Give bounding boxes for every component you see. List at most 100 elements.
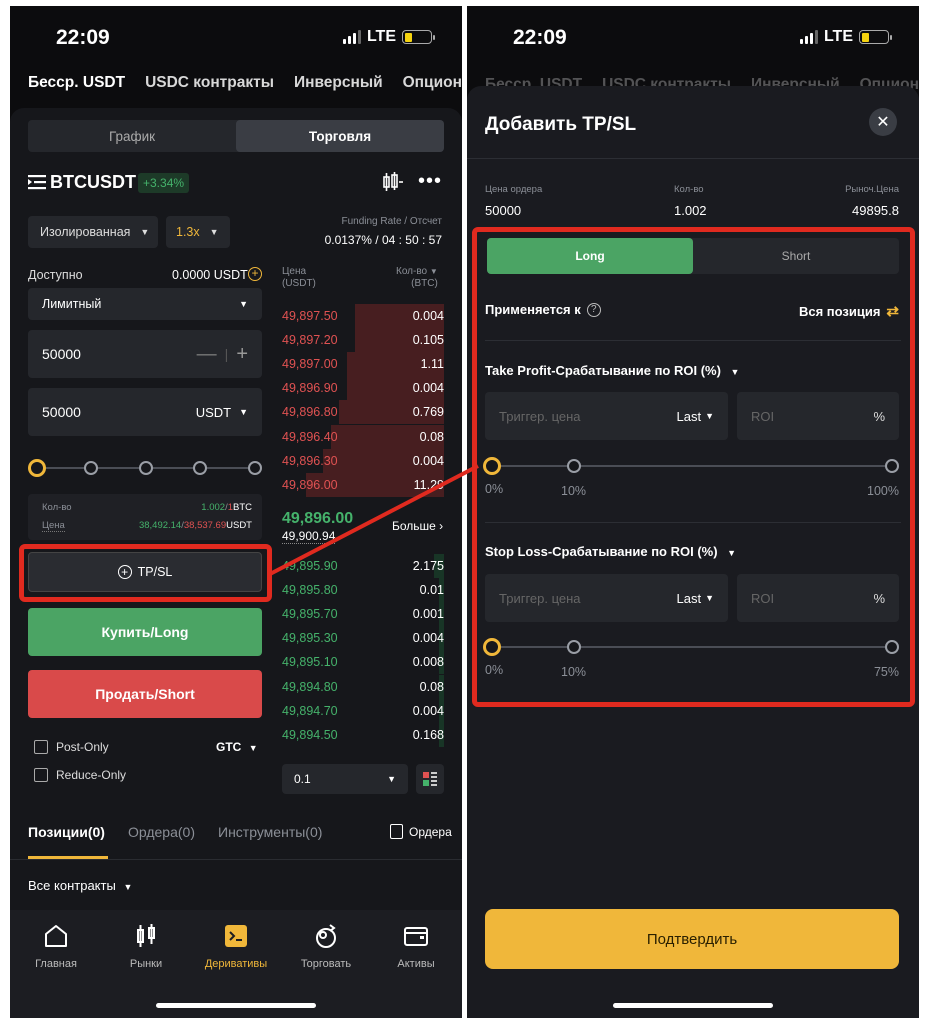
- plus-icon[interactable]: +: [236, 343, 248, 366]
- orderbook-bid-row[interactable]: 49,895.10 0.008: [282, 650, 444, 675]
- add-funds-icon[interactable]: +: [248, 267, 262, 281]
- ask-price: 49,897.20: [282, 333, 338, 348]
- price-input[interactable]: 50000 — | +: [28, 330, 262, 378]
- tab-positions[interactable]: Позиции(0): [28, 824, 105, 840]
- ask-price: 49,896.90: [282, 381, 338, 396]
- ask-qty: 1.11: [420, 357, 444, 372]
- orderbook-bid-row[interactable]: 49,895.90 2.175: [282, 554, 444, 578]
- slider-step-100[interactable]: [248, 461, 262, 475]
- orderbook-bid-row[interactable]: 49,895.30 0.004: [282, 626, 444, 651]
- tab-chart[interactable]: График: [28, 120, 236, 152]
- home-indicator: [613, 1003, 773, 1008]
- orders-link-label: Ордера: [409, 824, 452, 839]
- highlight-frame-tpsl: [19, 544, 272, 602]
- price-green: 38,492.14: [138, 520, 182, 531]
- orders-link[interactable]: Ордера: [390, 824, 452, 839]
- buy-long-button[interactable]: Купить/Long: [28, 608, 262, 656]
- all-contracts-filter[interactable]: Все контракты ▼: [28, 878, 132, 893]
- nav-derivatives[interactable]: Деривативы: [196, 922, 276, 970]
- order-price-value: 50000: [485, 203, 522, 218]
- highlight-frame-tpsl-form: [472, 227, 915, 707]
- gtc-value: GTC: [216, 740, 242, 754]
- orderbook-bid-row[interactable]: 49,895.70 0.001: [282, 602, 444, 627]
- time-in-force-select[interactable]: GTC ▼: [216, 740, 258, 754]
- sell-short-button[interactable]: Продать/Short: [28, 670, 262, 718]
- last-price: 49,896.00: [282, 510, 354, 527]
- qty-label: Кол-во: [674, 184, 704, 195]
- orderbook-ask-row[interactable]: 49,896.40 0.08: [282, 424, 444, 449]
- more-label: Больше: [392, 519, 436, 533]
- amount-input[interactable]: 50000 USDT ▼: [28, 388, 262, 436]
- margin-mode-select[interactable]: Изолированная ▼: [28, 216, 158, 248]
- minus-icon[interactable]: —: [197, 343, 217, 366]
- price-label: Цена: [42, 520, 65, 532]
- post-only-option[interactable]: Post-Only: [34, 740, 109, 754]
- tab-trade[interactable]: Торговля: [236, 120, 444, 152]
- orderbook-ask-row[interactable]: 49,896.90 0.004: [282, 376, 444, 401]
- symbol-name[interactable]: BTCUSDT: [50, 172, 136, 193]
- bid-price: 49,895.10: [282, 655, 338, 670]
- slider-step-50[interactable]: [139, 461, 153, 475]
- nav-trade[interactable]: Торговать: [286, 922, 366, 970]
- orderbook-bid-row[interactable]: 49,894.70 0.004: [282, 698, 444, 723]
- depth-value: 0.1: [294, 772, 311, 786]
- more-icon[interactable]: •••: [418, 170, 442, 193]
- status-bar: 22:09 LTE: [10, 6, 462, 74]
- home-indicator: [156, 1003, 316, 1008]
- orderbook-bid-row[interactable]: 49,895.80 0.01: [282, 578, 444, 603]
- orderbook-ask-row[interactable]: 49,897.50 0.004: [282, 304, 444, 328]
- candlestick-icon[interactable]: [382, 172, 403, 192]
- orderbook-ask-row[interactable]: 49,896.30 0.004: [282, 448, 444, 473]
- bid-price: 49,895.70: [282, 607, 338, 622]
- close-icon[interactable]: ✕: [869, 108, 897, 136]
- ask-price: 49,896.80: [282, 405, 338, 420]
- tab-orders[interactable]: Ордера(0): [128, 824, 195, 840]
- orderbook-ask-row[interactable]: 49,896.00 11.29: [282, 472, 444, 497]
- ob-qty-header[interactable]: Кол-во ▼ (BTC): [396, 266, 438, 290]
- orderbook-ask-row[interactable]: 49,897.00 1.11: [282, 352, 444, 377]
- ask-qty: 0.004: [412, 381, 444, 396]
- ask-price: 49,896.40: [282, 429, 338, 444]
- orderbook-ask-row[interactable]: 49,896.80 0.769: [282, 400, 444, 425]
- bid-price: 49,895.80: [282, 583, 338, 598]
- chevron-down-icon: ▼: [239, 299, 248, 309]
- slider-step-75[interactable]: [193, 461, 207, 475]
- orderbook-layout-icon[interactable]: [416, 764, 444, 794]
- checkbox[interactable]: [34, 768, 48, 782]
- ask-qty: 0.004: [412, 309, 444, 323]
- orderbook-bid-row[interactable]: 49,894.80 0.08: [282, 674, 444, 699]
- nav-markets[interactable]: Рынки: [106, 922, 186, 970]
- depth-select[interactable]: 0.1 ▼: [282, 764, 408, 794]
- nav-home[interactable]: Главная: [16, 922, 96, 970]
- ask-price: 49,897.00: [282, 357, 338, 372]
- battery-icon: [402, 30, 435, 44]
- bid-price: 49,895.90: [282, 559, 338, 573]
- qty-value: 1.002/1BTC: [201, 502, 252, 513]
- chevron-down-icon: ▼: [209, 227, 219, 237]
- reduce-only-option[interactable]: Reduce-Only: [34, 768, 126, 782]
- nav-assets[interactable]: Активы: [376, 922, 456, 970]
- tab-instruments[interactable]: Инструменты(0): [218, 824, 322, 840]
- nav-inverse[interactable]: Инверсный: [294, 74, 383, 108]
- nav-usdt-perpetual[interactable]: Бесср. USDT: [28, 74, 125, 108]
- orderbook-ask-row[interactable]: 49,897.20 0.105: [282, 328, 444, 353]
- stepper-divider: |: [224, 346, 229, 362]
- amount-unit[interactable]: USDT: [196, 405, 231, 420]
- confirm-button[interactable]: Подтвердить: [485, 909, 899, 969]
- checkbox[interactable]: [34, 740, 48, 754]
- order-price-label: Цена ордера: [485, 184, 543, 195]
- nav-options[interactable]: Опцион: [403, 74, 462, 108]
- bid-qty: 0.168: [412, 727, 444, 742]
- slider-handle[interactable]: [28, 459, 46, 477]
- divider: [10, 859, 462, 860]
- orderbook-bid-row[interactable]: 49,894.50 0.168: [282, 722, 444, 747]
- nav-usdc[interactable]: USDC контракты: [145, 74, 274, 108]
- mark-price: 49,900.94: [282, 529, 336, 544]
- leverage-select[interactable]: 1.3x ▼: [166, 216, 230, 248]
- nav-home-label: Главная: [35, 958, 77, 970]
- slider-step-25[interactable]: [84, 461, 98, 475]
- bid-price: 49,894.70: [282, 703, 338, 718]
- menu-icon[interactable]: [28, 174, 46, 190]
- order-type-select[interactable]: Лимитный ▼: [28, 288, 262, 320]
- more-link[interactable]: Больше ›: [392, 519, 443, 533]
